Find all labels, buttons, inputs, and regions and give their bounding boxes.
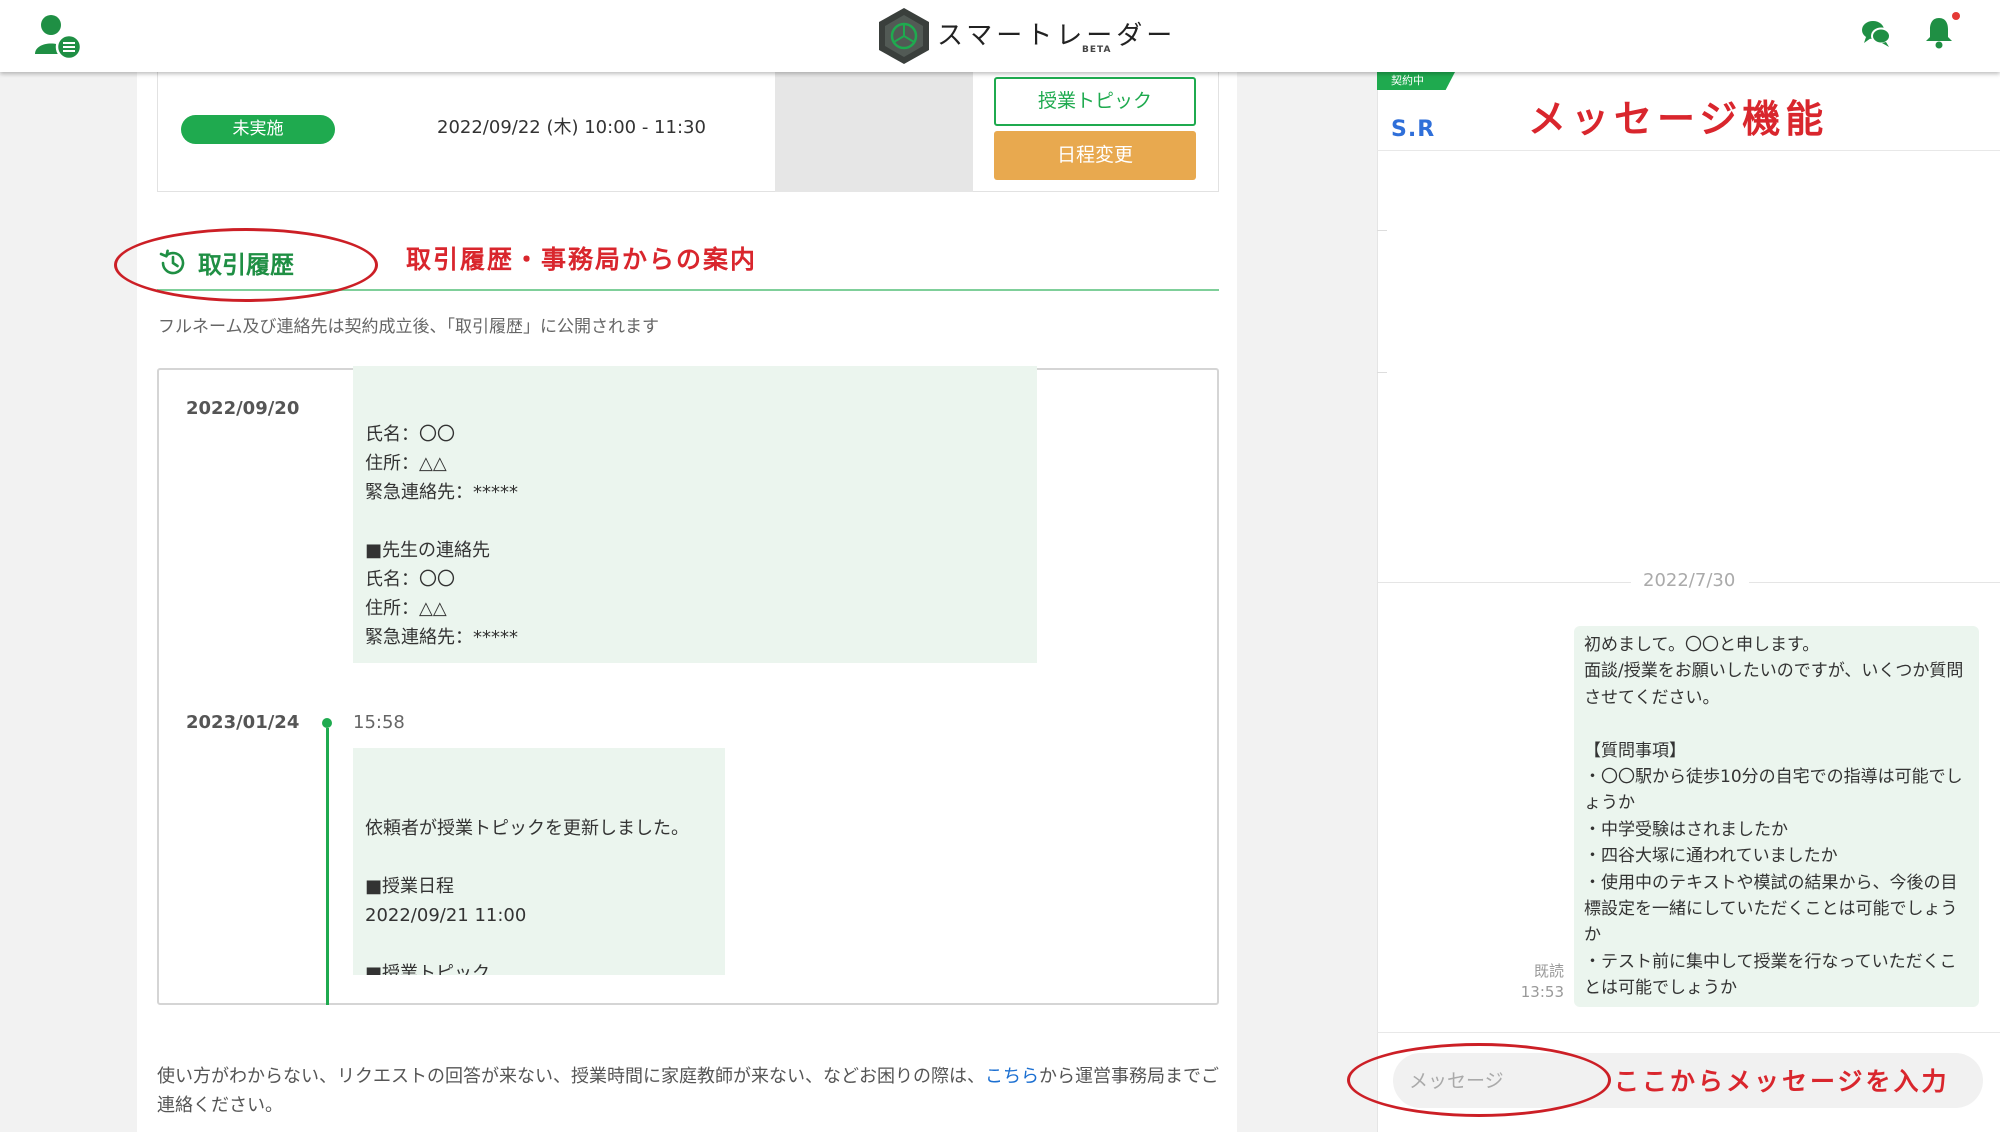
- logo-text: スマートレーダー: [937, 20, 1177, 51]
- chat-date-line: [1377, 582, 1631, 583]
- help-contact-link[interactable]: こちら: [985, 1066, 1039, 1087]
- history-entry-message: 依頼者が授業トピックを更新しました。 ■授業日程 2022/09/21 11:0…: [353, 748, 725, 975]
- chat-date-separator: 2022/7/30: [1377, 570, 2000, 594]
- annotation-ellipse-history: [114, 228, 378, 302]
- lesson-datetime: 2022/09/22 (木) 10:00 - 11:30: [437, 117, 706, 138]
- history-entry-text: 依頼者が授業トピックを更新しました。 ■授業日程 2022/09/21 11:0…: [365, 818, 689, 975]
- history-note: フルネーム及び連絡先は契約成立後、「取引履歴」に公開されます: [158, 317, 659, 337]
- history-entry-date: 2023/01/24: [186, 712, 300, 733]
- help-note-text: 使い方がわからない、リクエストの回答が来ない、授業時間に家庭教師が来ない、などお…: [157, 1066, 985, 1087]
- scroll-marker: [1377, 372, 1387, 373]
- logo-mark-icon: [879, 8, 929, 64]
- message-time: 13:53: [1520, 983, 1564, 1001]
- chat-input-divider: [1377, 1032, 2000, 1033]
- chat-header-divider: [1377, 150, 2000, 151]
- history-entry-text: 氏名：〇〇 住所：△△ 緊急連絡先：***** ■先生の連絡先 氏名：〇〇 住所…: [365, 424, 518, 648]
- help-note: 使い方がわからない、リクエストの回答が来ない、授業時間に家庭教師が来ない、などお…: [157, 1062, 1227, 1120]
- user-menu-icon[interactable]: [34, 12, 84, 62]
- lesson-topic-button[interactable]: 授業トピック: [994, 77, 1196, 126]
- chat-icon[interactable]: [1860, 17, 1892, 49]
- history-entry-message: 氏名：〇〇 住所：△△ 緊急連絡先：***** ■先生の連絡先 氏名：〇〇 住所…: [353, 366, 1037, 663]
- chat-message-bubble: 初めまして。〇〇と申します。 面談/授業をお願いしたいのですが、いくつか質問させ…: [1574, 626, 1979, 1007]
- timeline-line: [326, 728, 329, 1005]
- app-header: スマートレーダー BETA: [0, 0, 2000, 72]
- read-status: 既読: [1533, 962, 1564, 980]
- logo-beta-badge: BETA: [1082, 45, 1112, 55]
- history-entry-time: 15:58: [353, 712, 405, 733]
- annotation-history-label: 取引履歴・事務局からの案内: [406, 245, 758, 274]
- reschedule-button[interactable]: 日程変更: [994, 131, 1196, 180]
- scroll-marker: [1377, 230, 1387, 231]
- annotation-input-label: ここからメッセージを入力: [1614, 1067, 1950, 1096]
- app-logo[interactable]: スマートレーダー: [877, 4, 1176, 68]
- timeline-dot: [322, 718, 332, 728]
- chat-date-line: [1749, 582, 2000, 583]
- lesson-placeholder-area: [775, 72, 973, 192]
- bell-icon[interactable]: [1923, 14, 1955, 50]
- status-badge: 未実施: [181, 115, 335, 144]
- contract-status-tag: 契約中: [1377, 72, 1455, 90]
- chat-date-label: 2022/7/30: [1643, 570, 1736, 591]
- annotation-message-label: メッセージ機能: [1528, 97, 1829, 141]
- history-entry-date: 2022/09/20: [186, 398, 300, 419]
- chat-partner-name: S.R: [1391, 117, 1436, 142]
- notification-dot: [1952, 12, 1960, 20]
